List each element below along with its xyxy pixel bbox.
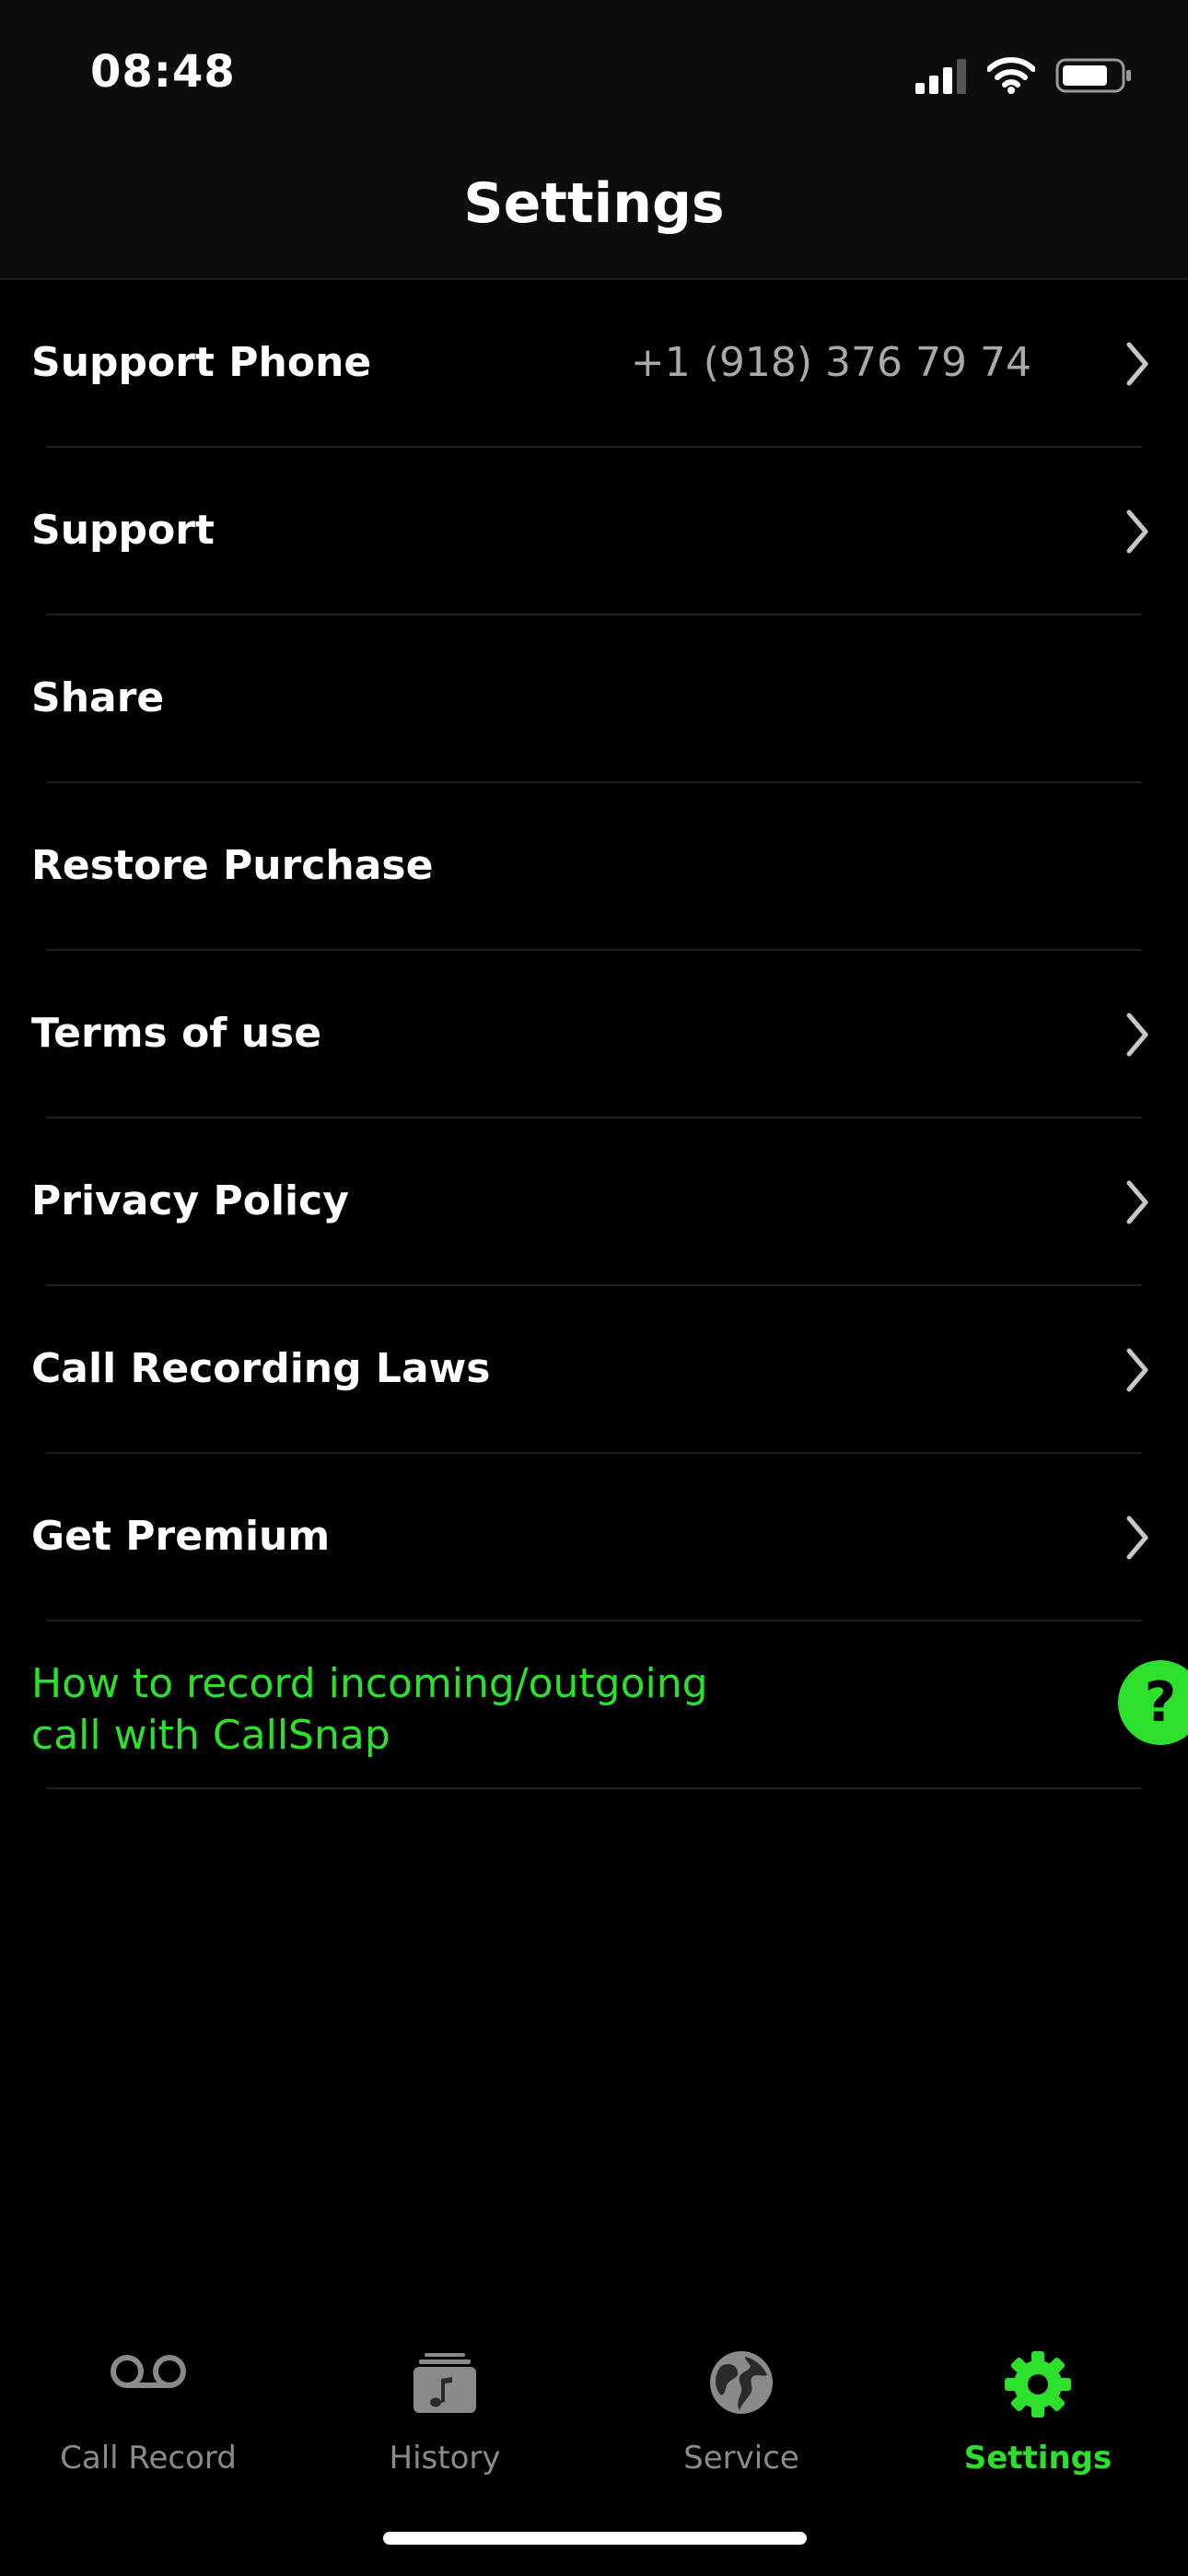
chevron-right-icon [1126, 1348, 1148, 1392]
row-label: Share [31, 674, 165, 721]
row-label: Support [31, 507, 215, 554]
how-to-record-link[interactable]: How to record incoming/outgoing call wit… [31, 1622, 1188, 1789]
settings-list: Support Phone +1 (918) 376 79 74 Support… [0, 280, 1188, 1789]
tab-label: Settings [963, 2440, 1112, 2476]
status-time: 08:48 [90, 46, 236, 98]
terms-of-use-row[interactable]: Terms of use [31, 951, 1148, 1118]
restore-purchase-row[interactable]: Restore Purchase [31, 783, 1142, 951]
row-label: Support Phone [31, 339, 372, 386]
tab-label: Service [683, 2440, 799, 2476]
row-label: Restore Purchase [31, 842, 434, 889]
gear-icon [1005, 2351, 1071, 2418]
chevron-right-icon [1126, 342, 1148, 386]
question-mark-icon[interactable]: ? [1118, 1660, 1188, 1745]
privacy-policy-row[interactable]: Privacy Policy [31, 1118, 1148, 1286]
page-title: Settings [463, 171, 725, 236]
support-row[interactable]: Support [31, 448, 1148, 615]
row-label: Call Recording Laws [31, 1345, 491, 1392]
tab-settings[interactable]: Settings [890, 2313, 1186, 2497]
home-indicator[interactable] [383, 2532, 807, 2545]
call-recording-laws-row[interactable]: Call Recording Laws [31, 1286, 1148, 1454]
help-link-line-1: How to record incoming/outgoing [31, 1660, 708, 1707]
help-link-text: How to record incoming/outgoing call wit… [31, 1658, 860, 1762]
support-phone-value: +1 (918) 376 79 74 [630, 339, 1031, 386]
chevron-right-icon [1126, 509, 1148, 554]
row-label: Terms of use [31, 1010, 322, 1057]
row-label: Get Premium [31, 1513, 331, 1560]
tab-label: History [389, 2440, 501, 2476]
wifi-icon [987, 57, 1035, 94]
row-label: Privacy Policy [31, 1177, 349, 1224]
chevron-right-icon [1126, 1516, 1148, 1560]
tab-bar: Call Record History Service Settings [0, 2313, 1188, 2497]
tab-history[interactable]: History [297, 2313, 593, 2497]
battery-icon [1055, 58, 1131, 93]
tab-service[interactable]: Service [593, 2313, 890, 2497]
tab-call-record[interactable]: Call Record [0, 2313, 297, 2497]
top-bar: 08:48 Settings [0, 0, 1188, 280]
share-row[interactable]: Share [31, 615, 1142, 783]
tab-label: Call Record [60, 2440, 237, 2476]
support-phone-row[interactable]: Support Phone +1 (918) 376 79 74 [31, 280, 1148, 448]
chevron-right-icon [1126, 1013, 1148, 1057]
get-premium-row[interactable]: Get Premium [31, 1454, 1148, 1622]
status-icons [915, 53, 1133, 98]
cellular-signal-icon [915, 59, 966, 94]
chevron-right-icon [1126, 1180, 1148, 1224]
help-link-line-2: call with CallSnap [31, 1712, 390, 1759]
voicemail-icon [111, 2355, 186, 2388]
globe-icon [710, 2351, 773, 2414]
music-folder-icon [413, 2353, 476, 2413]
